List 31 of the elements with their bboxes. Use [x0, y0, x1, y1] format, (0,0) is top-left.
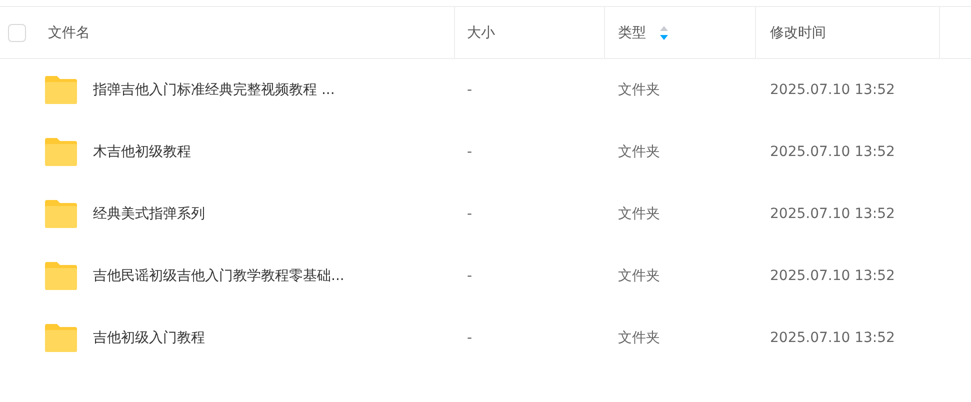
- file-size: -: [466, 268, 474, 284]
- column-header[interactable]: 类型: [618, 24, 646, 42]
- modified-time: 2025.07.10 13:52: [769, 268, 896, 284]
- folder-icon: [45, 200, 77, 228]
- file-type: 文件夹: [617, 329, 661, 347]
- folder-icon: [45, 262, 77, 290]
- file-name[interactable]: 木吉他初级教程: [93, 143, 191, 161]
- file-size: -: [466, 330, 474, 346]
- sort-icon[interactable]: [660, 26, 668, 40]
- modified-time: 2025.07.10 13:52: [769, 144, 896, 160]
- folder-icon: [45, 138, 77, 166]
- file-type: 文件夹: [617, 81, 661, 99]
- folder-icon: [45, 324, 77, 352]
- column-header[interactable]: 大小: [467, 24, 495, 42]
- folder-icon: [45, 76, 77, 104]
- file-size: -: [466, 144, 474, 160]
- modified-time: 2025.07.10 13:52: [769, 330, 896, 346]
- file-name[interactable]: 吉他民谣初级吉他入门教学教程零基础...: [93, 267, 344, 285]
- file-name[interactable]: 指弹吉他入门标准经典完整视频教程 ...: [93, 81, 335, 99]
- file-size: -: [466, 82, 474, 98]
- file-type: 文件夹: [617, 205, 661, 223]
- file-name[interactable]: 经典美式指弹系列: [93, 205, 205, 223]
- column-header[interactable]: 修改时间: [770, 24, 826, 42]
- modified-time: 2025.07.10 13:52: [769, 82, 896, 98]
- column-header[interactable]: 文件名: [48, 24, 90, 42]
- select-all-checkbox[interactable]: [8, 24, 26, 42]
- file-name[interactable]: 吉他初级入门教程: [93, 329, 205, 347]
- file-size: -: [466, 206, 474, 222]
- file-type: 文件夹: [617, 143, 661, 161]
- modified-time: 2025.07.10 13:52: [769, 206, 896, 222]
- file-type: 文件夹: [617, 267, 661, 285]
